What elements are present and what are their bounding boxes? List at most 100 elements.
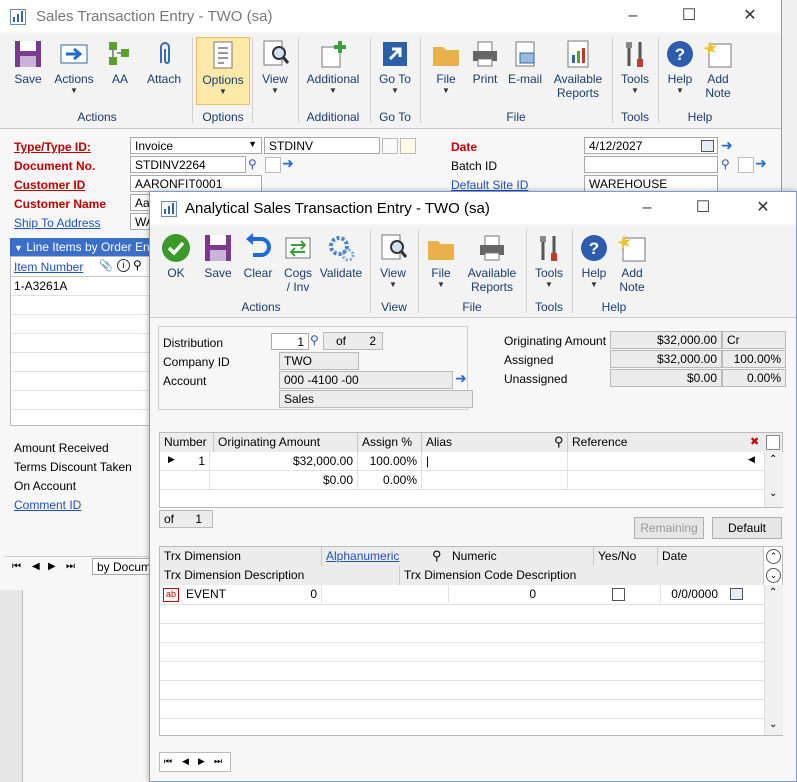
save-button[interactable]: Save (198, 233, 238, 280)
cogs-inv-button[interactable]: Cogs / Inv (278, 233, 318, 294)
help-button[interactable]: ? Help ▼ (662, 39, 698, 95)
customer-id-field[interactable]: AARONFIT0001 (130, 175, 262, 192)
distribution-field[interactable]: 1 (271, 333, 309, 350)
first-record-icon[interactable]: ⏮ (164, 756, 172, 767)
aa-button[interactable]: AA (102, 39, 138, 86)
delete-row-icon[interactable]: ✖ (750, 436, 762, 448)
calendar-icon[interactable] (701, 140, 714, 152)
first-record-icon[interactable]: ⏮ (12, 561, 21, 572)
goto-button[interactable]: Go To ▼ (374, 39, 416, 95)
note-icon[interactable] (738, 157, 754, 173)
collapse-icon[interactable]: ⌃ (766, 549, 781, 564)
file-button[interactable]: File ▼ (422, 233, 460, 289)
chevron-down-icon[interactable]: ⌄ (769, 719, 777, 730)
arrow-right-icon[interactable]: ➜ (721, 137, 735, 153)
additional-button[interactable]: Additional ▼ (302, 39, 364, 95)
date-cell[interactable]: 0/0/0000 (660, 585, 722, 603)
tools-button[interactable]: Tools ▼ (616, 39, 654, 95)
amount-cell[interactable]: $32,000.00 (214, 452, 358, 470)
comment-id-label[interactable]: Comment ID (14, 498, 81, 512)
file-button[interactable]: File ▼ (426, 39, 466, 95)
batch-field[interactable] (584, 156, 718, 173)
ok-button[interactable]: OK (156, 233, 196, 280)
next-record-icon[interactable]: ▶ (48, 561, 56, 572)
date-field[interactable]: 4/12/2027 (584, 137, 718, 154)
maximize-button[interactable]: ☐ (680, 192, 726, 224)
arrow-right-icon[interactable]: ➜ (755, 155, 769, 171)
search-icon[interactable]: ⚲ (248, 157, 262, 171)
chevron-down-icon[interactable]: ▼ (14, 243, 23, 253)
clear-button[interactable]: Clear (238, 233, 278, 280)
alias-cell[interactable] (422, 471, 568, 489)
available-reports-button[interactable]: Available Reports (546, 39, 610, 100)
note-icon[interactable] (400, 138, 416, 154)
list-item[interactable]: 1-A3261A (14, 279, 67, 293)
last-record-icon[interactable]: ⏭ (214, 756, 222, 767)
maximize-button[interactable]: ☐ (666, 0, 712, 32)
search-icon[interactable]: ⚲ (554, 434, 564, 450)
search-icon[interactable]: ⚲ (133, 258, 142, 272)
chevron-up-icon[interactable]: ⌃ (769, 454, 777, 465)
search-icon[interactable]: ⚲ (721, 157, 735, 171)
arrow-right-icon[interactable]: ➜ (455, 370, 469, 386)
available-reports-button[interactable]: Available Reports (462, 233, 522, 294)
ship-to-label[interactable]: Ship To Address (14, 216, 101, 230)
alphanumeric-header[interactable]: Alphanumeric (322, 547, 448, 566)
minimize-button[interactable]: – (624, 192, 670, 224)
save-button[interactable]: Save (6, 39, 50, 86)
yes-no-checkbox[interactable] (612, 588, 625, 601)
close-button[interactable]: ✕ (740, 192, 786, 224)
numeric-cell[interactable]: 0 (448, 585, 540, 603)
type-id-field[interactable]: STDINV (264, 137, 380, 154)
add-note-button[interactable]: Add Note (612, 233, 652, 294)
default-button[interactable]: Default (712, 517, 782, 539)
search-icon[interactable]: ⚲ (310, 333, 324, 347)
percent-cell[interactable]: 0.00% (358, 471, 422, 489)
email-button[interactable]: E-mail (504, 39, 546, 86)
expand-icon[interactable]: ⌄ (766, 568, 781, 583)
view-button[interactable]: View ▼ (374, 233, 412, 289)
browse-order-select[interactable]: by Docume (92, 558, 152, 575)
remaining-button[interactable]: Remaining (634, 517, 704, 539)
group-options: Options (202, 110, 244, 124)
note-icon[interactable] (265, 157, 281, 173)
attach-button[interactable]: Attach (142, 39, 186, 86)
arrow-right-icon[interactable]: ➜ (282, 155, 296, 171)
tools-button[interactable]: Tools ▼ (530, 233, 568, 289)
percent-cell[interactable]: 100.00% (358, 452, 422, 470)
add-note-button[interactable]: Add Note (698, 39, 738, 100)
options-button[interactable]: Options ▼ (196, 37, 250, 105)
print-button[interactable]: Print (466, 39, 504, 86)
chevron-down-icon[interactable]: ⌄ (769, 488, 777, 499)
validate-button[interactable]: Validate (318, 233, 364, 280)
scrollbar[interactable]: ⌃ ⌄ (764, 585, 783, 735)
search-icon[interactable]: ⚲ (432, 548, 442, 564)
table-row[interactable]: ▶ 1 $32,000.00 100.00% | ◀ (160, 452, 764, 471)
close-button[interactable]: ✕ (727, 0, 773, 32)
amount-cell[interactable]: $0.00 (214, 471, 358, 489)
previous-record-icon[interactable]: ◀ (182, 756, 189, 767)
table-row[interactable]: ab EVENT 0 0 0/0/0000 (160, 585, 764, 605)
item-number-header[interactable]: Item Number (14, 260, 83, 274)
scrollbar[interactable]: ⌃ ⌄ (764, 452, 783, 507)
chevron-up-icon[interactable]: ⌃ (769, 587, 777, 598)
previous-record-icon[interactable]: ◀ (32, 561, 40, 572)
calendar-icon[interactable] (730, 588, 743, 600)
site-field[interactable]: WAREHOUSE (584, 175, 718, 192)
yes-no-header: Yes/No (594, 547, 658, 566)
docno-field[interactable]: STDINV2264 (130, 156, 246, 173)
alphanumeric-cell[interactable]: 0 (292, 585, 322, 603)
help-button[interactable]: ? Help ▼ (576, 233, 612, 289)
type-select[interactable]: Invoice ▼ (130, 137, 262, 154)
note-icon[interactable] (766, 435, 780, 450)
next-record-icon[interactable]: ▶ (198, 756, 205, 767)
table-row[interactable]: $0.00 0.00% (160, 471, 764, 490)
lookup-icon[interactable] (382, 138, 398, 154)
minimize-button[interactable]: – (610, 0, 656, 32)
site-label[interactable]: Default Site ID (451, 178, 528, 192)
last-record-icon[interactable]: ⏭ (66, 561, 75, 572)
alias-cell[interactable]: | (422, 452, 568, 470)
actions-button[interactable]: Actions ▼ (52, 39, 96, 95)
dimension-cell[interactable]: EVENT (182, 585, 292, 603)
view-button[interactable]: View ▼ (256, 39, 294, 95)
